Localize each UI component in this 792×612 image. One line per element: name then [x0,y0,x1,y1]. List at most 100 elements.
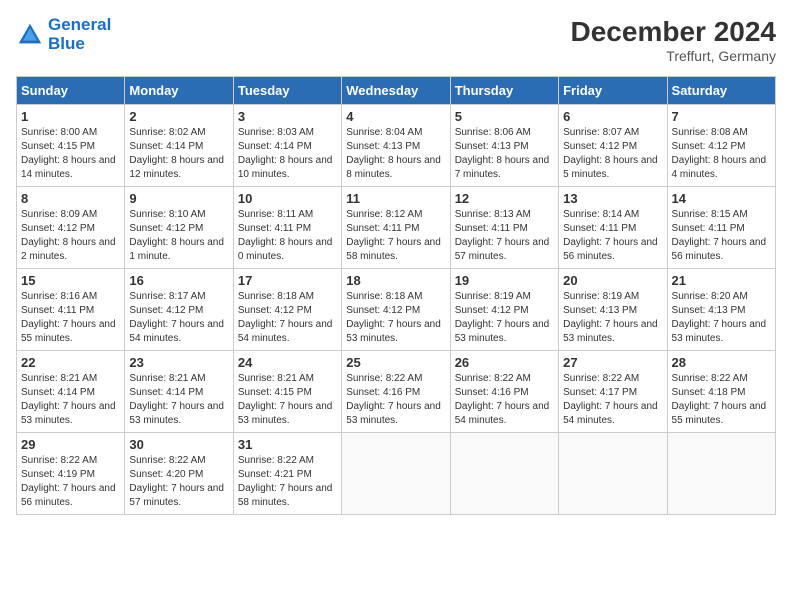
day-number: 24 [238,355,337,370]
day-number: 1 [21,109,120,124]
cell-info: Sunrise: 8:16 AMSunset: 4:11 PMDaylight:… [21,291,116,344]
day-number: 16 [129,273,228,288]
cell-info: Sunrise: 8:02 AMSunset: 4:14 PMDaylight:… [129,127,224,180]
title-block: December 2024 Treffurt, Germany [571,16,776,64]
calendar-week-row: 22 Sunrise: 8:21 AMSunset: 4:14 PMDaylig… [17,351,776,433]
calendar-cell: 10 Sunrise: 8:11 AMSunset: 4:11 PMDaylig… [233,187,341,269]
calendar-table: SundayMondayTuesdayWednesdayThursdayFrid… [16,76,776,515]
calendar-cell: 29 Sunrise: 8:22 AMSunset: 4:19 PMDaylig… [17,433,125,515]
cell-info: Sunrise: 8:18 AMSunset: 4:12 PMDaylight:… [238,291,333,344]
cell-info: Sunrise: 8:17 AMSunset: 4:12 PMDaylight:… [129,291,224,344]
day-number: 22 [21,355,120,370]
calendar-cell: 7 Sunrise: 8:08 AMSunset: 4:12 PMDayligh… [667,105,775,187]
calendar-cell: 2 Sunrise: 8:02 AMSunset: 4:14 PMDayligh… [125,105,233,187]
day-number: 17 [238,273,337,288]
day-number: 11 [346,191,445,206]
cell-info: Sunrise: 8:19 AMSunset: 4:13 PMDaylight:… [563,291,658,344]
day-header-saturday: Saturday [667,77,775,105]
calendar-cell: 14 Sunrise: 8:15 AMSunset: 4:11 PMDaylig… [667,187,775,269]
cell-info: Sunrise: 8:22 AMSunset: 4:17 PMDaylight:… [563,373,658,426]
day-header-thursday: Thursday [450,77,558,105]
calendar-cell: 1 Sunrise: 8:00 AMSunset: 4:15 PMDayligh… [17,105,125,187]
cell-info: Sunrise: 8:22 AMSunset: 4:21 PMDaylight:… [238,455,333,508]
day-header-tuesday: Tuesday [233,77,341,105]
day-number: 21 [672,273,771,288]
day-number: 25 [346,355,445,370]
calendar-cell [450,433,558,515]
calendar-cell: 18 Sunrise: 8:18 AMSunset: 4:12 PMDaylig… [342,269,450,351]
cell-info: Sunrise: 8:21 AMSunset: 4:15 PMDaylight:… [238,373,333,426]
calendar-cell: 3 Sunrise: 8:03 AMSunset: 4:14 PMDayligh… [233,105,341,187]
calendar-cell: 9 Sunrise: 8:10 AMSunset: 4:12 PMDayligh… [125,187,233,269]
cell-info: Sunrise: 8:22 AMSunset: 4:16 PMDaylight:… [346,373,441,426]
cell-info: Sunrise: 8:14 AMSunset: 4:11 PMDaylight:… [563,209,658,262]
calendar-cell: 20 Sunrise: 8:19 AMSunset: 4:13 PMDaylig… [559,269,667,351]
day-number: 2 [129,109,228,124]
day-number: 30 [129,437,228,452]
day-number: 3 [238,109,337,124]
cell-info: Sunrise: 8:09 AMSunset: 4:12 PMDaylight:… [21,209,116,262]
calendar-cell: 11 Sunrise: 8:12 AMSunset: 4:11 PMDaylig… [342,187,450,269]
day-number: 27 [563,355,662,370]
cell-info: Sunrise: 8:19 AMSunset: 4:12 PMDaylight:… [455,291,550,344]
calendar-cell [342,433,450,515]
cell-info: Sunrise: 8:12 AMSunset: 4:11 PMDaylight:… [346,209,441,262]
calendar-cell: 21 Sunrise: 8:20 AMSunset: 4:13 PMDaylig… [667,269,775,351]
calendar-cell: 25 Sunrise: 8:22 AMSunset: 4:16 PMDaylig… [342,351,450,433]
day-number: 29 [21,437,120,452]
calendar-cell [667,433,775,515]
cell-info: Sunrise: 8:08 AMSunset: 4:12 PMDaylight:… [672,127,767,180]
day-number: 9 [129,191,228,206]
cell-info: Sunrise: 8:04 AMSunset: 4:13 PMDaylight:… [346,127,441,180]
calendar-cell: 23 Sunrise: 8:21 AMSunset: 4:14 PMDaylig… [125,351,233,433]
logo: General Blue [16,16,111,53]
location: Treffurt, Germany [571,48,776,64]
day-number: 26 [455,355,554,370]
day-number: 12 [455,191,554,206]
calendar-cell: 8 Sunrise: 8:09 AMSunset: 4:12 PMDayligh… [17,187,125,269]
cell-info: Sunrise: 8:00 AMSunset: 4:15 PMDaylight:… [21,127,116,180]
calendar-cell: 16 Sunrise: 8:17 AMSunset: 4:12 PMDaylig… [125,269,233,351]
day-header-wednesday: Wednesday [342,77,450,105]
calendar-week-row: 8 Sunrise: 8:09 AMSunset: 4:12 PMDayligh… [17,187,776,269]
day-number: 28 [672,355,771,370]
calendar-week-row: 29 Sunrise: 8:22 AMSunset: 4:19 PMDaylig… [17,433,776,515]
cell-info: Sunrise: 8:22 AMSunset: 4:19 PMDaylight:… [21,455,116,508]
day-number: 13 [563,191,662,206]
day-number: 20 [563,273,662,288]
day-number: 23 [129,355,228,370]
day-number: 14 [672,191,771,206]
day-header-friday: Friday [559,77,667,105]
calendar-cell: 27 Sunrise: 8:22 AMSunset: 4:17 PMDaylig… [559,351,667,433]
cell-info: Sunrise: 8:22 AMSunset: 4:16 PMDaylight:… [455,373,550,426]
calendar-cell: 15 Sunrise: 8:16 AMSunset: 4:11 PMDaylig… [17,269,125,351]
cell-info: Sunrise: 8:21 AMSunset: 4:14 PMDaylight:… [129,373,224,426]
calendar-cell: 19 Sunrise: 8:19 AMSunset: 4:12 PMDaylig… [450,269,558,351]
calendar-header-row: SundayMondayTuesdayWednesdayThursdayFrid… [17,77,776,105]
day-number: 5 [455,109,554,124]
day-number: 7 [672,109,771,124]
cell-info: Sunrise: 8:20 AMSunset: 4:13 PMDaylight:… [672,291,767,344]
day-number: 18 [346,273,445,288]
day-header-monday: Monday [125,77,233,105]
calendar-week-row: 15 Sunrise: 8:16 AMSunset: 4:11 PMDaylig… [17,269,776,351]
cell-info: Sunrise: 8:11 AMSunset: 4:11 PMDaylight:… [238,209,333,262]
day-number: 31 [238,437,337,452]
cell-info: Sunrise: 8:03 AMSunset: 4:14 PMDaylight:… [238,127,333,180]
cell-info: Sunrise: 8:15 AMSunset: 4:11 PMDaylight:… [672,209,767,262]
calendar-cell: 5 Sunrise: 8:06 AMSunset: 4:13 PMDayligh… [450,105,558,187]
page-header: General Blue December 2024 Treffurt, Ger… [16,16,776,64]
calendar-cell: 6 Sunrise: 8:07 AMSunset: 4:12 PMDayligh… [559,105,667,187]
calendar-cell: 13 Sunrise: 8:14 AMSunset: 4:11 PMDaylig… [559,187,667,269]
logo-text: General Blue [48,16,111,53]
day-number: 10 [238,191,337,206]
calendar-cell: 26 Sunrise: 8:22 AMSunset: 4:16 PMDaylig… [450,351,558,433]
cell-info: Sunrise: 8:22 AMSunset: 4:18 PMDaylight:… [672,373,767,426]
calendar-week-row: 1 Sunrise: 8:00 AMSunset: 4:15 PMDayligh… [17,105,776,187]
day-number: 6 [563,109,662,124]
cell-info: Sunrise: 8:22 AMSunset: 4:20 PMDaylight:… [129,455,224,508]
calendar-cell: 17 Sunrise: 8:18 AMSunset: 4:12 PMDaylig… [233,269,341,351]
calendar-cell: 22 Sunrise: 8:21 AMSunset: 4:14 PMDaylig… [17,351,125,433]
cell-info: Sunrise: 8:18 AMSunset: 4:12 PMDaylight:… [346,291,441,344]
day-number: 15 [21,273,120,288]
